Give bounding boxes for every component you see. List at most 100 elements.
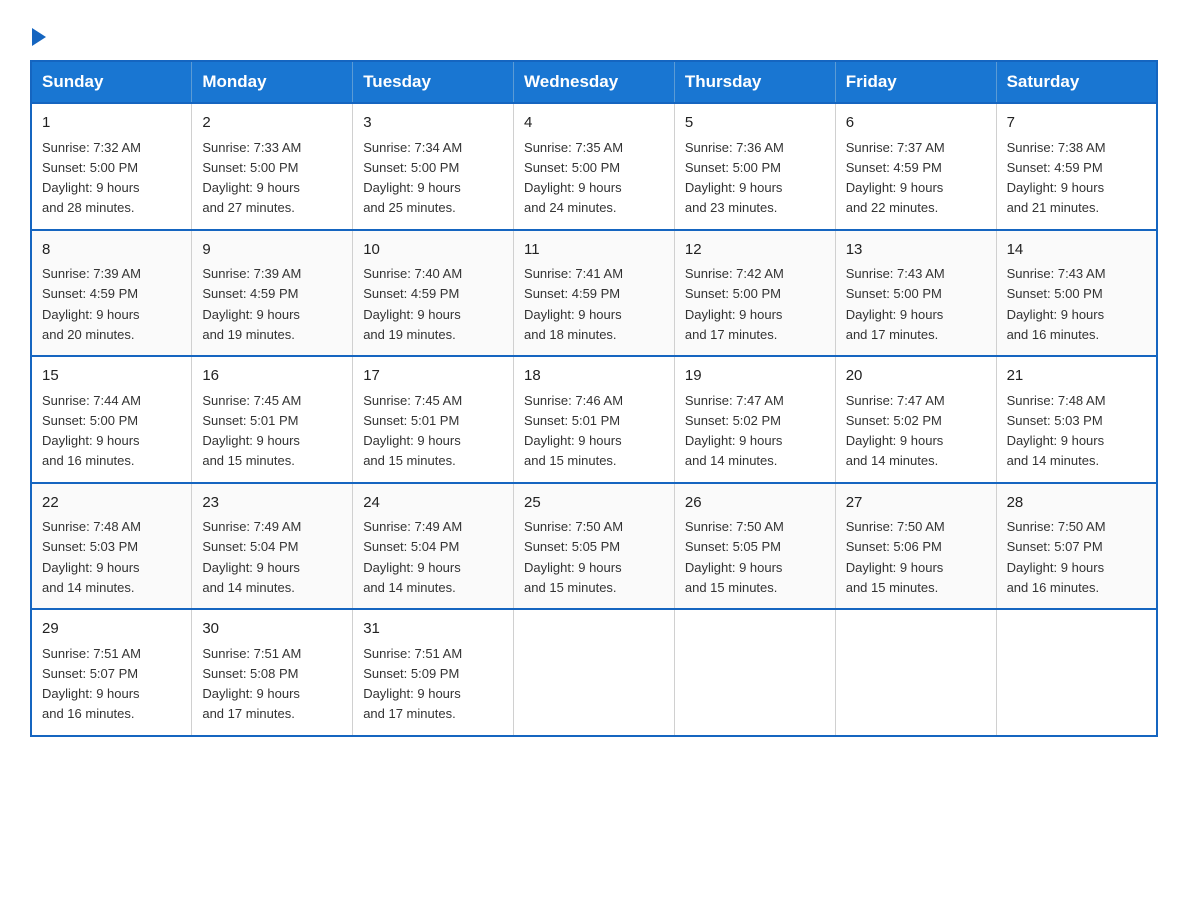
day-number: 9 xyxy=(202,239,342,262)
header-tuesday: Tuesday xyxy=(353,61,514,103)
calendar-table: SundayMondayTuesdayWednesdayThursdayFrid… xyxy=(30,60,1158,737)
day-number: 17 xyxy=(363,365,503,388)
calendar-cell: 17 Sunrise: 7:45 AMSunset: 5:01 PMDayligh… xyxy=(353,356,514,483)
day-number: 4 xyxy=(524,112,664,135)
day-number: 22 xyxy=(42,492,181,515)
day-info: Sunrise: 7:50 AMSunset: 5:06 PMDaylight:… xyxy=(846,519,945,595)
day-number: 10 xyxy=(363,239,503,262)
day-number: 7 xyxy=(1007,112,1146,135)
logo xyxy=(30,20,46,42)
day-info: Sunrise: 7:39 AMSunset: 4:59 PMDaylight:… xyxy=(42,266,141,342)
calendar-cell: 27 Sunrise: 7:50 AMSunset: 5:06 PMDayligh… xyxy=(835,483,996,610)
calendar-cell: 11Sunrise: 7:41 AMSunset: 4:59 PMDayligh… xyxy=(514,230,675,357)
calendar-week-row: 1Sunrise: 7:32 AMSunset: 5:00 PMDaylight… xyxy=(31,103,1157,230)
header-wednesday: Wednesday xyxy=(514,61,675,103)
calendar-cell: 22Sunrise: 7:48 AMSunset: 5:03 PMDayligh… xyxy=(31,483,192,610)
calendar-cell: 26Sunrise: 7:50 AMSunset: 5:05 PMDayligh… xyxy=(674,483,835,610)
calendar-week-row: 15 Sunrise: 7:44 AMSunset: 5:00 PMDayligh… xyxy=(31,356,1157,483)
day-info: Sunrise: 7:48 AMSunset: 5:03 PMDaylight:… xyxy=(1007,393,1106,469)
calendar-cell: 24Sunrise: 7:49 AMSunset: 5:04 PMDayligh… xyxy=(353,483,514,610)
day-info: Sunrise: 7:37 AMSunset: 4:59 PMDaylight:… xyxy=(846,140,945,216)
header-saturday: Saturday xyxy=(996,61,1157,103)
day-info: Sunrise: 7:43 AMSunset: 5:00 PMDaylight:… xyxy=(846,266,945,342)
day-number: 2 xyxy=(202,112,342,135)
day-number: 15 xyxy=(42,365,181,388)
header-friday: Friday xyxy=(835,61,996,103)
calendar-week-row: 29 Sunrise: 7:51 AMSunset: 5:07 PMDayligh… xyxy=(31,609,1157,736)
calendar-week-row: 22Sunrise: 7:48 AMSunset: 5:03 PMDayligh… xyxy=(31,483,1157,610)
day-number: 30 xyxy=(202,618,342,641)
day-info: Sunrise: 7:50 AMSunset: 5:07 PMDaylight:… xyxy=(1007,519,1106,595)
day-number: 5 xyxy=(685,112,825,135)
calendar-cell xyxy=(674,609,835,736)
calendar-cell: 16 Sunrise: 7:45 AMSunset: 5:01 PMDayligh… xyxy=(192,356,353,483)
day-info: Sunrise: 7:42 AMSunset: 5:00 PMDaylight:… xyxy=(685,266,784,342)
calendar-header-row: SundayMondayTuesdayWednesdayThursdayFrid… xyxy=(31,61,1157,103)
day-info: Sunrise: 7:33 AMSunset: 5:00 PMDaylight:… xyxy=(202,140,301,216)
day-number: 16 xyxy=(202,365,342,388)
day-info: Sunrise: 7:43 AMSunset: 5:00 PMDaylight:… xyxy=(1007,266,1106,342)
day-number: 14 xyxy=(1007,239,1146,262)
calendar-cell: 19Sunrise: 7:47 AMSunset: 5:02 PMDayligh… xyxy=(674,356,835,483)
calendar-cell: 3 Sunrise: 7:34 AMSunset: 5:00 PMDaylight… xyxy=(353,103,514,230)
calendar-cell: 4 Sunrise: 7:35 AMSunset: 5:00 PMDaylight… xyxy=(514,103,675,230)
day-info: Sunrise: 7:51 AMSunset: 5:08 PMDaylight:… xyxy=(202,646,301,722)
day-number: 23 xyxy=(202,492,342,515)
calendar-cell: 28 Sunrise: 7:50 AMSunset: 5:07 PMDayligh… xyxy=(996,483,1157,610)
day-number: 11 xyxy=(524,239,664,262)
calendar-cell: 2 Sunrise: 7:33 AMSunset: 5:00 PMDaylight… xyxy=(192,103,353,230)
day-number: 3 xyxy=(363,112,503,135)
day-info: Sunrise: 7:50 AMSunset: 5:05 PMDaylight:… xyxy=(685,519,784,595)
day-number: 12 xyxy=(685,239,825,262)
calendar-cell: 18Sunrise: 7:46 AMSunset: 5:01 PMDayligh… xyxy=(514,356,675,483)
calendar-cell: 13 Sunrise: 7:43 AMSunset: 5:00 PMDayligh… xyxy=(835,230,996,357)
calendar-cell xyxy=(835,609,996,736)
day-info: Sunrise: 7:47 AMSunset: 5:02 PMDaylight:… xyxy=(685,393,784,469)
day-number: 13 xyxy=(846,239,986,262)
day-info: Sunrise: 7:51 AMSunset: 5:09 PMDaylight:… xyxy=(363,646,462,722)
day-info: Sunrise: 7:36 AMSunset: 5:00 PMDaylight:… xyxy=(685,140,784,216)
day-number: 25 xyxy=(524,492,664,515)
calendar-cell: 20Sunrise: 7:47 AMSunset: 5:02 PMDayligh… xyxy=(835,356,996,483)
calendar-cell xyxy=(996,609,1157,736)
page-header xyxy=(30,20,1158,42)
day-number: 6 xyxy=(846,112,986,135)
header-monday: Monday xyxy=(192,61,353,103)
calendar-cell: 6 Sunrise: 7:37 AMSunset: 4:59 PMDaylight… xyxy=(835,103,996,230)
day-info: Sunrise: 7:34 AMSunset: 5:00 PMDaylight:… xyxy=(363,140,462,216)
day-info: Sunrise: 7:47 AMSunset: 5:02 PMDaylight:… xyxy=(846,393,945,469)
header-sunday: Sunday xyxy=(31,61,192,103)
calendar-cell: 29 Sunrise: 7:51 AMSunset: 5:07 PMDayligh… xyxy=(31,609,192,736)
day-info: Sunrise: 7:51 AMSunset: 5:07 PMDaylight:… xyxy=(42,646,141,722)
day-number: 31 xyxy=(363,618,503,641)
calendar-week-row: 8 Sunrise: 7:39 AMSunset: 4:59 PMDaylight… xyxy=(31,230,1157,357)
calendar-cell: 8 Sunrise: 7:39 AMSunset: 4:59 PMDaylight… xyxy=(31,230,192,357)
day-info: Sunrise: 7:49 AMSunset: 5:04 PMDaylight:… xyxy=(363,519,462,595)
calendar-cell: 14 Sunrise: 7:43 AMSunset: 5:00 PMDayligh… xyxy=(996,230,1157,357)
day-info: Sunrise: 7:49 AMSunset: 5:04 PMDaylight:… xyxy=(202,519,301,595)
day-info: Sunrise: 7:40 AMSunset: 4:59 PMDaylight:… xyxy=(363,266,462,342)
calendar-cell xyxy=(514,609,675,736)
day-number: 27 xyxy=(846,492,986,515)
day-number: 28 xyxy=(1007,492,1146,515)
day-info: Sunrise: 7:39 AMSunset: 4:59 PMDaylight:… xyxy=(202,266,301,342)
day-info: Sunrise: 7:45 AMSunset: 5:01 PMDaylight:… xyxy=(363,393,462,469)
day-info: Sunrise: 7:38 AMSunset: 4:59 PMDaylight:… xyxy=(1007,140,1106,216)
day-info: Sunrise: 7:35 AMSunset: 5:00 PMDaylight:… xyxy=(524,140,623,216)
day-info: Sunrise: 7:44 AMSunset: 5:00 PMDaylight:… xyxy=(42,393,141,469)
calendar-cell: 25Sunrise: 7:50 AMSunset: 5:05 PMDayligh… xyxy=(514,483,675,610)
calendar-cell: 1Sunrise: 7:32 AMSunset: 5:00 PMDaylight… xyxy=(31,103,192,230)
day-info: Sunrise: 7:45 AMSunset: 5:01 PMDaylight:… xyxy=(202,393,301,469)
calendar-cell: 5 Sunrise: 7:36 AMSunset: 5:00 PMDaylight… xyxy=(674,103,835,230)
day-number: 21 xyxy=(1007,365,1146,388)
day-number: 8 xyxy=(42,239,181,262)
calendar-cell: 15 Sunrise: 7:44 AMSunset: 5:00 PMDayligh… xyxy=(31,356,192,483)
calendar-cell: 10 Sunrise: 7:40 AMSunset: 4:59 PMDayligh… xyxy=(353,230,514,357)
calendar-cell: 12 Sunrise: 7:42 AMSunset: 5:00 PMDayligh… xyxy=(674,230,835,357)
calendar-cell: 30 Sunrise: 7:51 AMSunset: 5:08 PMDayligh… xyxy=(192,609,353,736)
calendar-cell: 31 Sunrise: 7:51 AMSunset: 5:09 PMDayligh… xyxy=(353,609,514,736)
day-number: 29 xyxy=(42,618,181,641)
header-thursday: Thursday xyxy=(674,61,835,103)
logo-arrow-icon xyxy=(32,28,46,46)
calendar-cell: 23 Sunrise: 7:49 AMSunset: 5:04 PMDayligh… xyxy=(192,483,353,610)
